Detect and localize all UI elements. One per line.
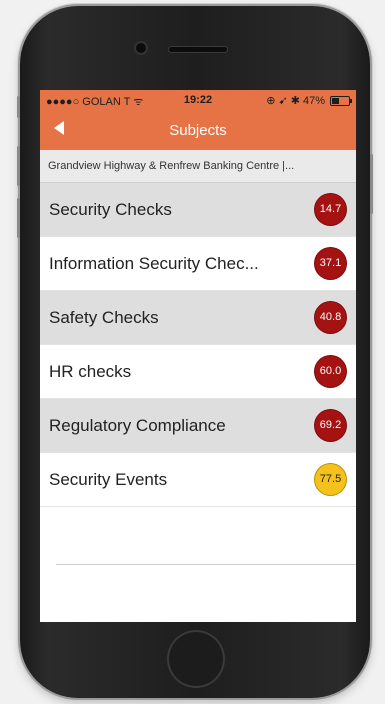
score-badge: 40.8 [314, 301, 347, 334]
subject-label: Security Events [49, 469, 168, 489]
subject-list: Security Checks 14.7 Information Security … [40, 183, 356, 507]
location-header: Grandview Highway & Renfrew Banking Cent… [40, 150, 356, 183]
subject-label: Safety Checks [49, 307, 159, 327]
status-icons: ⊕ ➹ ✱ [266, 95, 300, 107]
app-screen: ●●●●○ GOLAN T ᯤ 19:22 ⊕ ➹ ✱ 47% Subjects… [40, 90, 356, 622]
status-right: ⊕ ➹ ✱ 47% [266, 94, 352, 107]
battery-percent: 47% [302, 94, 325, 107]
page-title: Subjects [169, 122, 227, 139]
subject-row[interactable]: Security Events 77.5 [40, 453, 356, 507]
power-button [370, 154, 373, 214]
subject-label: HR checks [49, 361, 132, 381]
score-badge: 77.5 [314, 463, 347, 496]
subject-label: Information Security Chec... [49, 253, 259, 273]
earpiece-speaker [169, 47, 227, 52]
subject-row[interactable]: Safety Checks 40.8 [40, 291, 356, 345]
score-badge: 60.0 [314, 355, 347, 388]
battery-icon [330, 95, 352, 106]
mute-switch [17, 96, 20, 118]
volume-up-button [17, 146, 20, 186]
subject-label: Regulatory Compliance [49, 415, 226, 435]
score-badge: 37.1 [314, 247, 347, 280]
status-bar: ●●●●○ GOLAN T ᯤ 19:22 ⊕ ➹ ✱ 47% [40, 90, 356, 110]
subject-row[interactable]: Security Checks 14.7 [40, 183, 356, 237]
subject-row[interactable]: HR checks 60.0 [40, 345, 356, 399]
volume-down-button [17, 198, 20, 238]
divider [56, 564, 356, 565]
score-badge: 69.2 [314, 409, 347, 442]
home-button[interactable] [169, 632, 223, 686]
nav-bar: Subjects [40, 110, 356, 150]
subject-label: Security Checks [49, 199, 172, 219]
subject-row[interactable]: Regulatory Compliance 69.2 [40, 399, 356, 453]
front-camera [136, 43, 146, 53]
subject-row[interactable]: Information Security Chec... 37.1 [40, 237, 356, 291]
score-badge: 14.7 [314, 193, 347, 226]
